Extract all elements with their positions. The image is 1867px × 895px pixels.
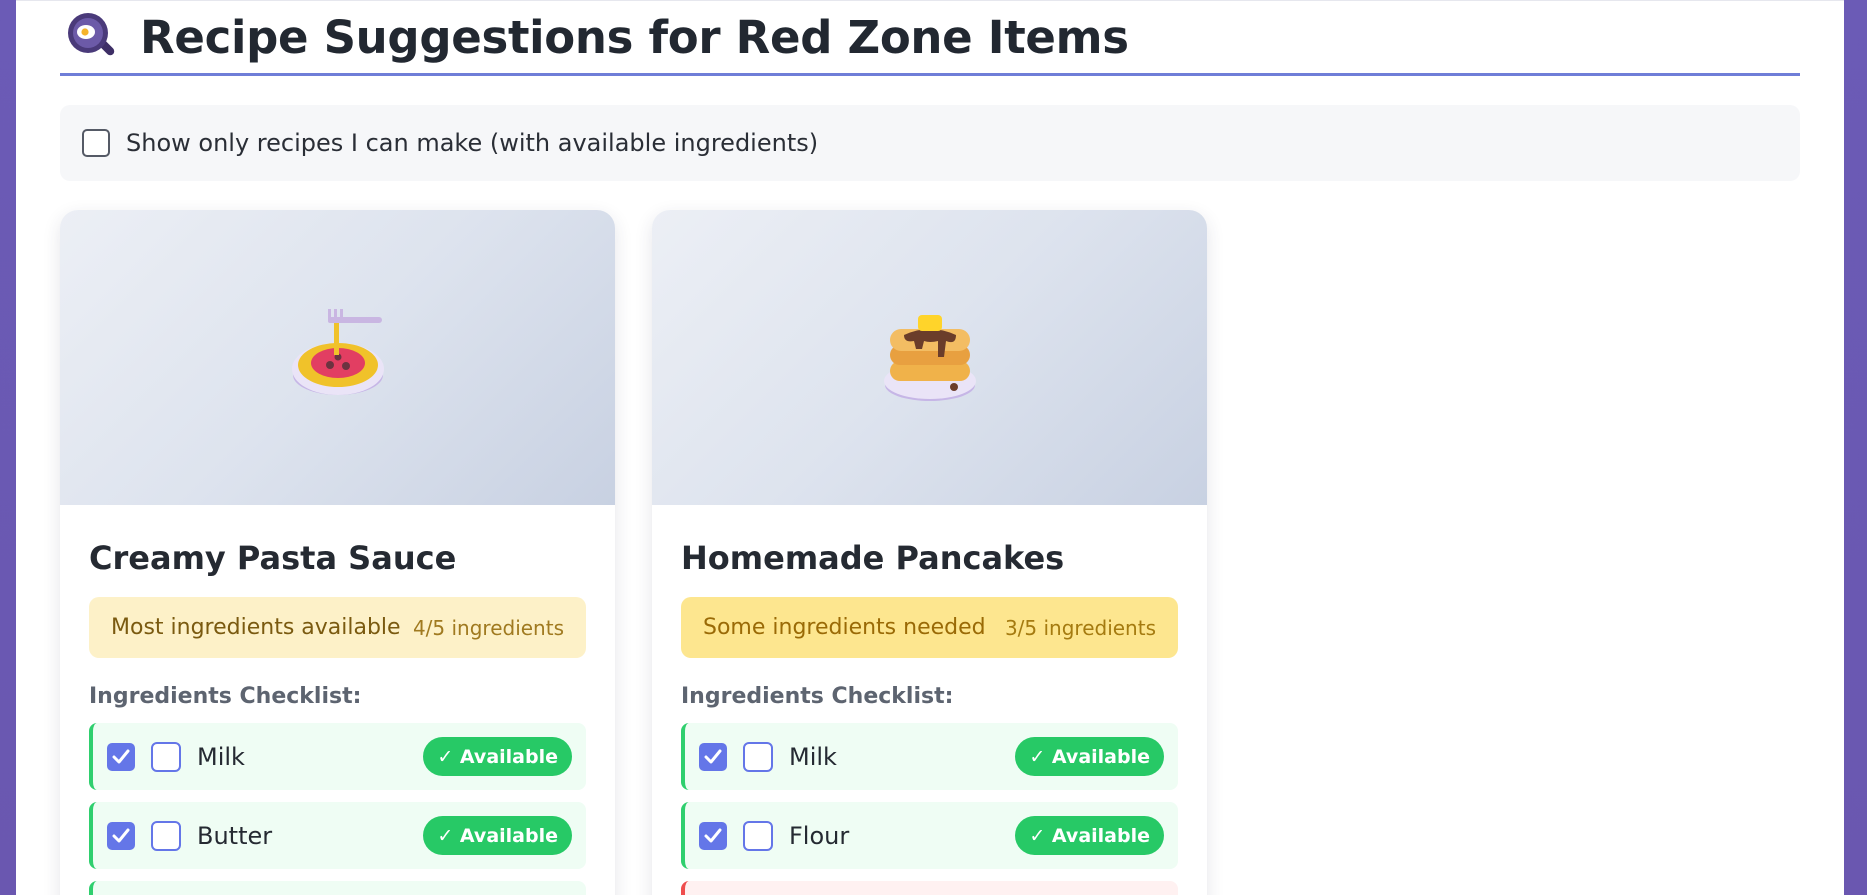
ingredient-row: Milk ✓ Available <box>681 723 1178 790</box>
spaghetti-icon <box>288 305 388 410</box>
filter-label[interactable]: Show only recipes I can make (with avail… <box>126 129 818 157</box>
page-header: Recipe Suggestions for Red Zone Items <box>60 1 1800 76</box>
ingredient-row-partial <box>89 881 586 895</box>
recipe-image <box>652 210 1207 505</box>
pancakes-icon <box>880 305 980 410</box>
ingredient-name: Flour <box>789 821 850 850</box>
ingredient-row: Milk ✓ Available <box>89 723 586 790</box>
status-text: Most ingredients available <box>111 615 401 640</box>
ingredient-count: 3/5 ingredients <box>1004 615 1156 640</box>
ingredient-count: 4/5 ingredients <box>412 615 564 640</box>
filter-bar: Show only recipes I can make (with avail… <box>60 105 1800 181</box>
available-badge: ✓ Available <box>423 737 572 776</box>
status-badge: Most ingredients available 4/5 ingredien… <box>89 597 586 658</box>
ingredient-row: Flour ✓ Available <box>681 802 1178 869</box>
ingredient-name: Butter <box>197 821 273 850</box>
ingredient-row: Butter ✓ Available <box>89 802 586 869</box>
ingredient-checkbox[interactable] <box>151 741 181 772</box>
page-title: Recipe Suggestions for Red Zone Items <box>140 10 1129 64</box>
ingredient-row-partial <box>681 881 1178 895</box>
frying-pan-egg-icon <box>66 11 118 63</box>
ingredient-checked-checkbox[interactable] <box>699 821 727 850</box>
available-badge: ✓ Available <box>1015 816 1164 855</box>
recipe-title: Homemade Pancakes <box>681 539 1065 577</box>
ingredient-name: Milk <box>789 742 837 771</box>
recipe-card[interactable]: Creamy Pasta Sauce Most ingredients avai… <box>60 210 615 895</box>
ingredient-checkbox[interactable] <box>743 820 773 851</box>
page-container: Recipe Suggestions for Red Zone Items Sh… <box>16 0 1844 895</box>
status-badge: Some ingredients needed 3/5 ingredients <box>681 597 1178 658</box>
recipe-title: Creamy Pasta Sauce <box>89 539 457 577</box>
available-badge: ✓ Available <box>423 816 572 855</box>
ingredient-checkbox[interactable] <box>743 741 773 772</box>
ingredient-name: Milk <box>197 742 245 771</box>
ingredient-checkbox[interactable] <box>151 820 181 851</box>
recipe-image <box>60 210 615 505</box>
filter-checkbox[interactable] <box>82 129 110 157</box>
recipe-card[interactable]: Homemade Pancakes Some ingredients neede… <box>652 210 1207 895</box>
available-badge: ✓ Available <box>1015 737 1164 776</box>
ingredient-checked-checkbox[interactable] <box>699 742 727 771</box>
ingredients-checklist-label: Ingredients Checklist: <box>681 684 954 709</box>
ingredient-checked-checkbox[interactable] <box>107 742 135 771</box>
status-text: Some ingredients needed <box>703 615 986 640</box>
ingredient-checked-checkbox[interactable] <box>107 821 135 850</box>
ingredients-checklist-label: Ingredients Checklist: <box>89 684 362 709</box>
